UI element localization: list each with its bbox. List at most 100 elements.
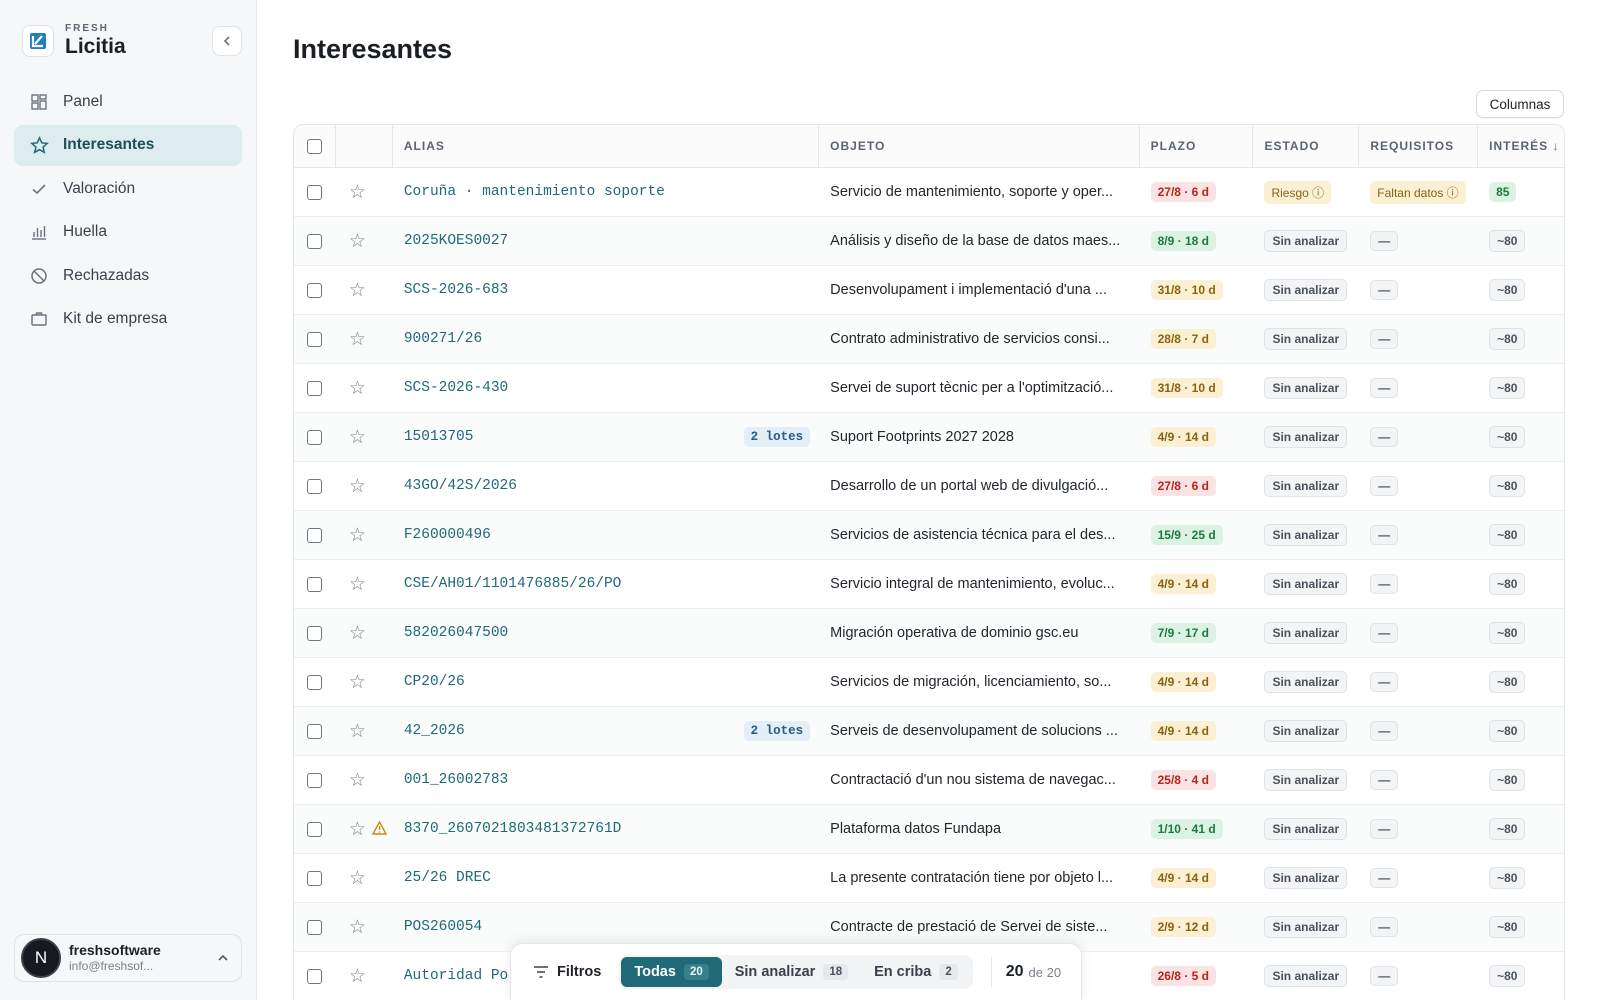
row-checkbox[interactable] — [307, 968, 323, 984]
star-outline-icon[interactable]: ☆ — [349, 428, 366, 447]
sidebar-item-rechazadas[interactable]: Rechazadas — [14, 255, 242, 296]
table-row[interactable]: ☆ 25/26 DREC La presente contratación tien… — [294, 854, 1564, 903]
requisitos-cell: — — [1359, 805, 1478, 854]
row-checkbox[interactable] — [307, 478, 323, 494]
star-outline-icon[interactable]: ☆ — [349, 771, 366, 790]
header-objeto[interactable]: OBJETO — [819, 125, 1140, 168]
row-checkbox[interactable] — [307, 380, 323, 396]
row-checkbox[interactable] — [307, 674, 323, 690]
alias-link[interactable]: Autoridad Po — [404, 968, 508, 984]
user-menu[interactable]: N freshsoftware info@freshsof... — [14, 934, 242, 982]
row-checkbox[interactable] — [307, 576, 323, 592]
star-outline-icon[interactable]: ☆ — [349, 379, 366, 398]
row-checkbox[interactable] — [307, 233, 323, 249]
star-outline-icon[interactable]: ☆ — [349, 477, 366, 496]
row-checkbox[interactable] — [307, 723, 323, 739]
estado-cell: Sin analizar — [1253, 805, 1359, 854]
table-row[interactable]: ☆ SCS-2026-683 Desenvolupament i implement… — [294, 266, 1564, 315]
row-checkbox[interactable] — [307, 527, 323, 543]
star-outline-icon[interactable]: ☆ — [349, 722, 366, 741]
star-outline-icon[interactable]: ☆ — [349, 624, 366, 643]
alias-link[interactable]: POS260054 — [404, 919, 482, 935]
alias-link[interactable]: SCS-2026-430 — [404, 380, 508, 396]
star-outline-icon[interactable]: ☆ — [349, 575, 366, 594]
alias-link[interactable]: SCS-2026-683 — [404, 282, 508, 298]
header-favorite — [336, 125, 393, 168]
brand[interactable]: FRESH Licitia — [22, 24, 126, 57]
interes-badge: ~80 — [1489, 524, 1526, 546]
header-alias[interactable]: ALIAS — [393, 125, 820, 168]
row-checkbox[interactable] — [307, 282, 323, 298]
row-checkbox[interactable] — [307, 184, 323, 200]
columns-button[interactable]: Columnas — [1476, 90, 1564, 118]
interes-cell: ~80 — [1478, 364, 1564, 413]
row-checkbox[interactable] — [307, 331, 323, 347]
star-outline-icon[interactable]: ☆ — [349, 869, 366, 888]
sidebar-item-valoracion[interactable]: Valoración — [14, 168, 242, 209]
table-row[interactable]: ☆ 582026047500 Migración operativa de domi… — [294, 609, 1564, 658]
table-row[interactable]: ☆ 900271/26 Contrato administrativo de ser… — [294, 315, 1564, 364]
alias-link[interactable]: CSE/AH01/1101476885/26/PO — [404, 576, 622, 592]
tab-todas[interactable]: Todas 20 — [621, 957, 722, 987]
alias-link[interactable]: 2025KOES0027 — [404, 233, 508, 249]
tab-sin-analizar[interactable]: Sin analizar 18 — [722, 957, 861, 987]
table-row[interactable]: ☆ 15013705 2 lotes Suport Footprints 2027 2… — [294, 413, 1564, 462]
table-row[interactable]: ☆ CP20/26 Servicios de migración, licencia… — [294, 658, 1564, 707]
sidebar-item-label: Panel — [63, 92, 103, 110]
table-row[interactable]: ☆ SCS-2026-430 Servei de suport tècnic per… — [294, 364, 1564, 413]
alias-link[interactable]: CP20/26 — [404, 674, 465, 690]
row-checkbox[interactable] — [307, 429, 323, 445]
alias-link[interactable]: F260000496 — [404, 527, 491, 543]
star-outline-icon[interactable]: ☆ — [349, 232, 366, 251]
star-outline-icon[interactable]: ☆ — [349, 281, 366, 300]
star-outline-icon[interactable]: ☆ — [349, 918, 366, 937]
star-outline-icon[interactable]: ☆ — [349, 673, 366, 692]
status-badge: Sin analizar — [1264, 573, 1348, 595]
table-row[interactable]: ☆ 42_2026 2 lotes Serveis de desenvolupamen… — [294, 707, 1564, 756]
alias-link[interactable]: 15013705 — [404, 429, 474, 445]
table-row[interactable]: ☆ CSE/AH01/1101476885/26/PO Servicio integ… — [294, 560, 1564, 609]
filters-button[interactable]: Filtros — [533, 964, 601, 980]
alias-link[interactable]: Coruña · mantenimiento soporte — [404, 184, 665, 200]
star-outline-icon[interactable]: ☆ — [349, 183, 366, 202]
alias-cell: 25/26 DREC — [393, 854, 819, 903]
alias-link[interactable]: 900271/26 — [404, 331, 482, 347]
row-checkbox[interactable] — [307, 772, 323, 788]
row-checkbox[interactable] — [307, 821, 323, 837]
star-outline-icon[interactable]: ☆ — [349, 526, 366, 545]
table-row[interactable]: ☆ 43GO/42S/2026 Desarrollo de un portal we… — [294, 462, 1564, 511]
alias-link[interactable]: 582026047500 — [404, 625, 508, 641]
alias-link[interactable]: 8370_2607021803481372761D — [404, 821, 622, 837]
header-interes[interactable]: INTERÉS ↓ — [1478, 125, 1564, 168]
star-outline-icon[interactable]: ☆ — [349, 330, 366, 349]
alias-link[interactable]: 43GO/42S/2026 — [404, 478, 517, 494]
alias-link[interactable]: 001_26002783 — [404, 772, 508, 788]
row-checkbox[interactable] — [307, 870, 323, 886]
tab-en-criba[interactable]: En criba 2 — [861, 957, 971, 987]
select-all-checkbox[interactable] — [306, 138, 322, 154]
interes-badge: ~80 — [1489, 622, 1526, 644]
header-requisitos[interactable]: REQUISITOS — [1359, 125, 1479, 168]
table-row[interactable]: ☆ 8370_2607021803481372761D Plataforma dat… — [294, 805, 1564, 854]
alias-link[interactable]: 42_2026 — [404, 723, 465, 739]
sidebar-item-huella[interactable]: Huella — [14, 212, 242, 253]
header-estado[interactable]: ESTADO — [1253, 125, 1360, 168]
sidebar-item-panel[interactable]: Panel — [14, 81, 242, 122]
table-header: ALIAS OBJETO PLAZO ESTADO REQUISITOS INT… — [294, 125, 1564, 168]
row-checkbox[interactable] — [307, 625, 323, 641]
sidebar-item-kit-de-empresa[interactable]: Kit de empresa — [14, 299, 242, 340]
interes-badge: ~80 — [1489, 769, 1526, 791]
star-outline-icon[interactable]: ☆ — [349, 967, 366, 986]
header-plazo[interactable]: PLAZO — [1140, 125, 1254, 168]
star-outline-icon[interactable]: ☆ — [349, 820, 366, 839]
table-row[interactable]: ☆ F260000496 Servicios de asistencia técni… — [294, 511, 1564, 560]
table-row[interactable]: ☆ 2025KOES0027 Análisis y diseño de la bas… — [294, 217, 1564, 266]
table-row[interactable]: ☆ Coruña · mantenimiento soporte Servicio … — [294, 168, 1564, 217]
row-checkbox[interactable] — [307, 919, 323, 935]
tab-label: Sin analizar — [734, 964, 816, 980]
row-favorite-cell: ☆ — [336, 707, 393, 756]
sidebar-item-interesantes[interactable]: Interesantes — [14, 124, 242, 166]
collapse-sidebar-button[interactable] — [212, 26, 242, 56]
table-row[interactable]: ☆ 001_26002783 Contractació d'un nou siste… — [294, 756, 1564, 805]
alias-link[interactable]: 25/26 DREC — [404, 870, 491, 886]
